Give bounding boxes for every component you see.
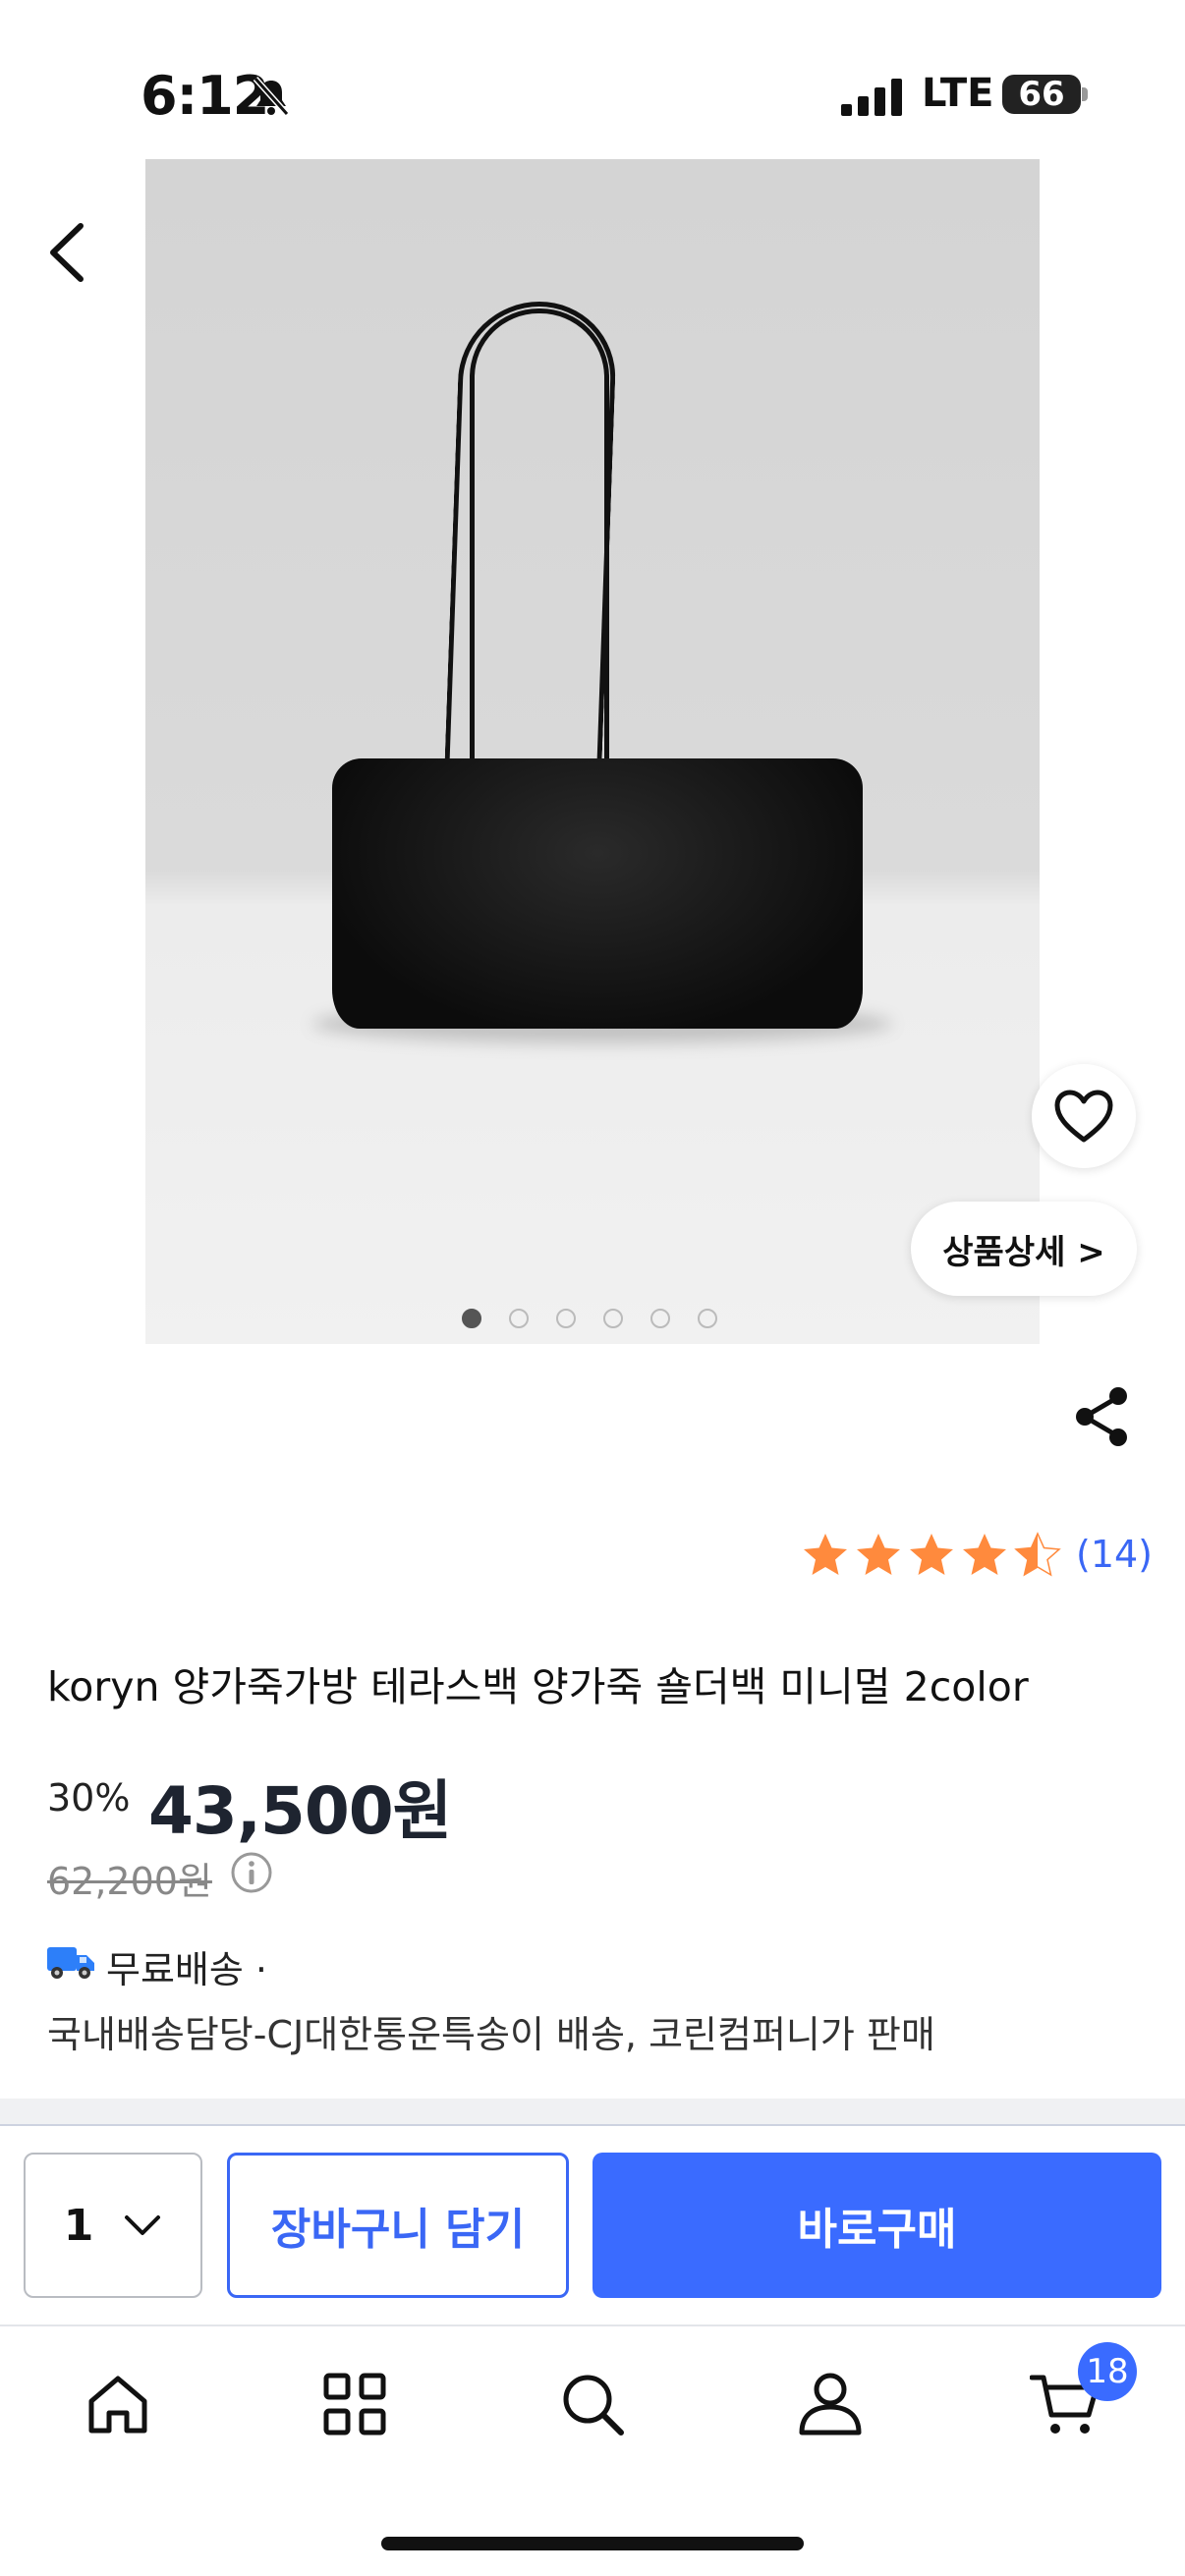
gallery-pagination (462, 1309, 717, 1328)
info-icon[interactable] (230, 1851, 273, 1894)
pagination-dot[interactable] (556, 1309, 576, 1328)
half-star-icon (1015, 1533, 1060, 1576)
star-icon (857, 1534, 900, 1575)
shipping-label: 무료배송 · (106, 1948, 267, 1991)
network-type: LTE (922, 71, 994, 116)
tab-categories[interactable] (310, 2360, 399, 2448)
delivery-truck-icon (47, 1947, 94, 1979)
cart-count-badge: 18 (1078, 2342, 1137, 2401)
user-icon (799, 2373, 862, 2436)
review-count-link[interactable]: (14) (1076, 1533, 1153, 1576)
pagination-dot[interactable] (509, 1309, 529, 1328)
original-price: 62,200원 (47, 1860, 212, 1903)
chevron-down-icon (125, 2215, 161, 2235)
sale-price: 43,500원 (148, 1773, 452, 1849)
pagination-dot[interactable] (603, 1309, 623, 1328)
shipping-description: 국내배송담당-CJ대한통운특송이 배송, 코린컴퍼니가 판매 (47, 2013, 935, 2056)
heart-icon (1054, 1090, 1113, 1143)
home-icon (88, 2376, 147, 2434)
search-icon (563, 2375, 624, 2436)
quantity-value: 1 (63, 2200, 94, 2251)
pagination-dot[interactable] (462, 1309, 481, 1328)
tab-my-page[interactable] (786, 2360, 875, 2448)
rating-stars (804, 1533, 1060, 1576)
section-divider (0, 2099, 1185, 2124)
quantity-select[interactable]: 1 (24, 2153, 202, 2298)
discount-rate: 30% (47, 1776, 131, 1820)
product-title: koryn 양가죽가방 테라스백 양가죽 숄더백 미니멀 2color (47, 1663, 1029, 1710)
star-icon (910, 1534, 953, 1575)
star-icon (804, 1534, 847, 1575)
signal-icon (841, 79, 902, 116)
battery-nub (1082, 87, 1088, 101)
buy-now-button[interactable]: 바로구매 (592, 2153, 1161, 2298)
silent-bell-icon (253, 77, 290, 116)
star-icon (963, 1534, 1006, 1575)
product-image[interactable] (145, 159, 1040, 1344)
back-arrow-icon[interactable] (43, 218, 92, 287)
wishlist-button[interactable] (1032, 1064, 1136, 1168)
battery-indicator: 66 (1002, 75, 1081, 114)
add-to-cart-button[interactable]: 장바구니 담기 (227, 2153, 569, 2298)
bag-body (332, 758, 863, 1029)
pagination-dot[interactable] (650, 1309, 670, 1328)
home-indicator (381, 2537, 804, 2550)
pagination-dot[interactable] (698, 1309, 717, 1328)
grid-icon (323, 2373, 386, 2436)
tab-home[interactable] (74, 2360, 162, 2448)
tab-search[interactable] (548, 2360, 637, 2448)
product-detail-button[interactable]: 상품상세 > (911, 1202, 1137, 1296)
share-icon[interactable] (1073, 1385, 1132, 1448)
